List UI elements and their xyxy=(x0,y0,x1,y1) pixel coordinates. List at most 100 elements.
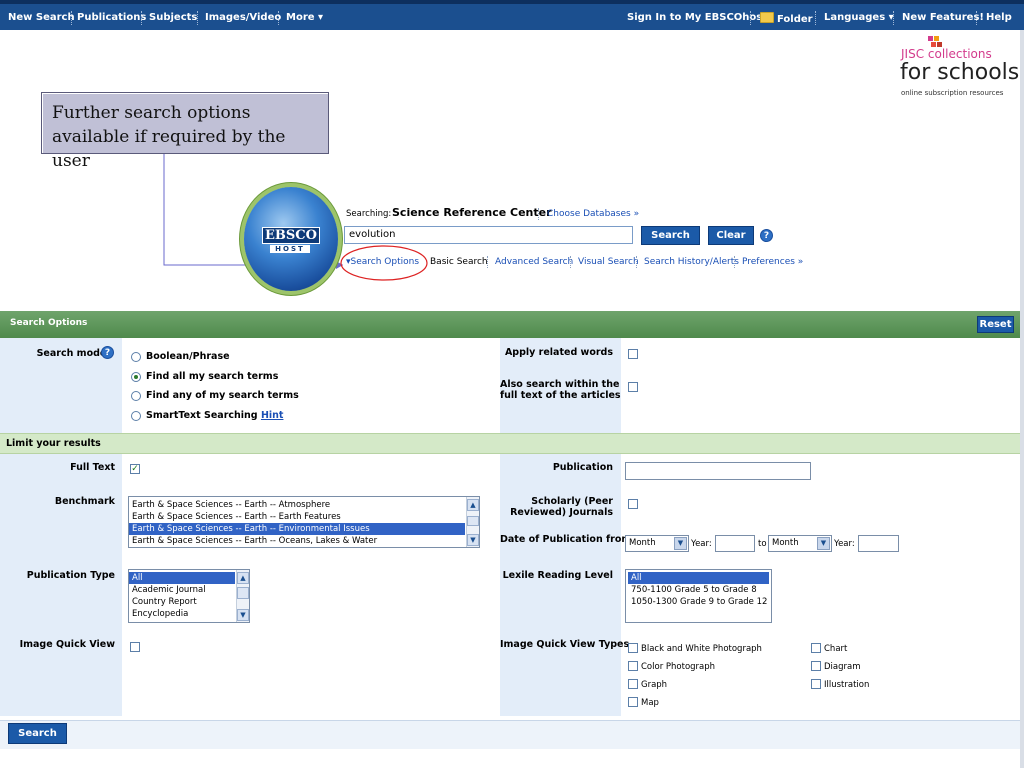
apply-related-checkbox[interactable] xyxy=(628,349,638,359)
to-label: to xyxy=(758,539,767,549)
iqv-types-label: Image Quick View Types xyxy=(500,639,630,650)
iqv-diagram-checkbox[interactable] xyxy=(811,661,821,671)
list-item[interactable]: 750-1100 Grade 5 to Grade 8 xyxy=(628,584,769,596)
iqv-illustration-label: Illustration xyxy=(824,680,870,690)
year-from-input[interactable] xyxy=(715,535,755,552)
separator xyxy=(538,208,539,220)
search-modes-help-icon[interactable]: ? xyxy=(101,346,114,359)
radio-smarttext[interactable] xyxy=(131,411,141,421)
search-input[interactable]: evolution xyxy=(344,226,633,244)
scroll-up-icon[interactable]: ▲ xyxy=(237,572,249,584)
search-options-label: Search Options xyxy=(350,257,420,267)
scholarly-checkbox[interactable] xyxy=(628,499,638,509)
search-button[interactable]: Search xyxy=(641,226,700,245)
image-quick-view-label: Image Quick View xyxy=(19,639,115,650)
iqv-map-checkbox[interactable] xyxy=(628,697,638,707)
also-search-fulltext-checkbox[interactable] xyxy=(628,382,638,392)
limit-results-title: Limit your results xyxy=(6,438,101,449)
publication-type-label: Publication Type xyxy=(26,570,115,581)
scroll-up-icon[interactable]: ▲ xyxy=(467,499,479,511)
list-item-selected[interactable]: All xyxy=(628,572,769,584)
benchmark-listbox[interactable]: Earth & Space Sciences -- Earth -- Atmos… xyxy=(128,496,480,548)
radio-find-all[interactable] xyxy=(131,372,141,382)
chevron-down-icon: ▼ xyxy=(674,537,687,550)
scroll-down-icon[interactable]: ▼ xyxy=(237,609,249,621)
visual-search-link[interactable]: Visual Search xyxy=(578,257,639,267)
year-to-label: Year: xyxy=(834,539,855,549)
apply-related-label: Apply related words xyxy=(504,347,613,358)
list-item-selected[interactable]: All xyxy=(129,572,235,584)
iqv-bw-photo-label: Black and White Photograph xyxy=(641,644,762,654)
scholarly-label-1: Scholarly (Peer xyxy=(531,496,613,507)
month-from-select[interactable]: Month ▼ xyxy=(625,535,689,552)
search-options-link[interactable]: ▾Search Options xyxy=(346,257,419,267)
scroll-thumb[interactable] xyxy=(237,587,249,599)
separator xyxy=(570,256,571,268)
reset-button[interactable]: Reset xyxy=(977,316,1014,333)
search-modes-label: Search modes xyxy=(0,348,112,359)
publication-input[interactable] xyxy=(625,462,811,480)
search-options-title: Search Options xyxy=(10,318,88,328)
list-item[interactable]: Country Report xyxy=(129,596,249,608)
benchmark-scrollbar[interactable]: ▲ ▼ xyxy=(466,497,479,547)
iqv-color-photo-label: Color Photograph xyxy=(641,662,716,672)
scroll-thumb[interactable] xyxy=(467,516,479,526)
ebsco-logo-text: EBSCO xyxy=(262,227,320,244)
month-from-value: Month xyxy=(629,538,656,548)
iqv-illustration-checkbox[interactable] xyxy=(811,679,821,689)
full-text-label: Full Text xyxy=(70,462,115,473)
list-item[interactable]: Earth & Space Sciences -- Earth -- Ocean… xyxy=(129,535,479,547)
list-item-selected[interactable]: Earth & Space Sciences -- Earth -- Envir… xyxy=(129,523,465,535)
list-item[interactable]: Encyclopedia xyxy=(129,608,249,620)
month-to-select[interactable]: Month ▼ xyxy=(768,535,832,552)
iqv-color-photo-checkbox[interactable] xyxy=(628,661,638,671)
list-item[interactable]: Academic Journal xyxy=(129,584,249,596)
scroll-down-icon[interactable]: ▼ xyxy=(467,534,479,546)
image-quick-view-checkbox[interactable] xyxy=(130,642,140,652)
list-item[interactable]: Earth & Space Sciences -- Earth -- Atmos… xyxy=(129,499,479,511)
separator xyxy=(734,256,735,268)
list-item[interactable]: Earth & Space Sciences -- Earth -- Earth… xyxy=(129,511,479,523)
also-search-label-2: full text of the articles xyxy=(500,390,621,401)
left-label-column xyxy=(0,338,122,716)
list-item[interactable]: 1050-1300 Grade 9 to Grade 12 xyxy=(628,596,769,608)
date-pub-label: Date of Publication from xyxy=(500,534,632,545)
window-scrollbar[interactable] xyxy=(1020,30,1024,768)
radio-smarttext-label: SmartText Searching Hint xyxy=(146,410,283,421)
bottom-search-button[interactable]: Search xyxy=(8,723,67,744)
preferences-link[interactable]: Preferences » xyxy=(742,257,803,267)
iqv-graph-label: Graph xyxy=(641,680,668,690)
publication-type-listbox[interactable]: All Academic Journal Country Report Ency… xyxy=(128,569,250,623)
clear-button[interactable]: Clear xyxy=(708,226,754,245)
benchmark-label: Benchmark xyxy=(54,496,115,507)
full-text-checkbox[interactable]: ✓ xyxy=(130,464,140,474)
radio-find-any-label: Find any of my search terms xyxy=(146,390,299,401)
radio-find-any[interactable] xyxy=(131,391,141,401)
bottom-action-bar xyxy=(0,720,1020,749)
search-options-header: Search Options xyxy=(0,311,1020,338)
hint-link[interactable]: Hint xyxy=(261,410,284,421)
iqv-graph-checkbox[interactable] xyxy=(628,679,638,689)
iqv-bw-photo-checkbox[interactable] xyxy=(628,643,638,653)
lexile-label: Lexile Reading Level xyxy=(502,570,613,581)
month-to-value: Month xyxy=(772,538,799,548)
basic-search-link[interactable]: Basic Search xyxy=(430,257,488,267)
radio-boolean-label: Boolean/Phrase xyxy=(146,351,230,362)
chevron-down-icon: ▼ xyxy=(817,537,830,550)
year-to-input[interactable] xyxy=(858,535,899,552)
lexile-listbox[interactable]: All 750-1100 Grade 5 to Grade 8 1050-130… xyxy=(625,569,772,623)
database-name: Science Reference Center xyxy=(392,206,552,219)
search-history-link[interactable]: Search History/Alerts xyxy=(644,257,739,267)
ebsco-host-logo: EBSCO HOST xyxy=(244,187,338,291)
searching-label: Searching: xyxy=(346,209,392,219)
radio-boolean-phrase[interactable] xyxy=(131,352,141,362)
limit-results-header: Limit your results xyxy=(0,433,1020,454)
publication-type-scrollbar[interactable]: ▲ ▼ xyxy=(236,570,249,622)
iqv-chart-checkbox[interactable] xyxy=(811,643,821,653)
help-icon[interactable]: ? xyxy=(760,229,773,242)
advanced-search-link[interactable]: Advanced Search xyxy=(495,257,573,267)
scholarly-label-2: Reviewed) Journals xyxy=(510,507,613,518)
choose-databases-link[interactable]: Choose Databases » xyxy=(547,209,639,219)
year-from-label: Year: xyxy=(691,539,712,549)
radio-find-all-label: Find all my search terms xyxy=(146,371,279,382)
